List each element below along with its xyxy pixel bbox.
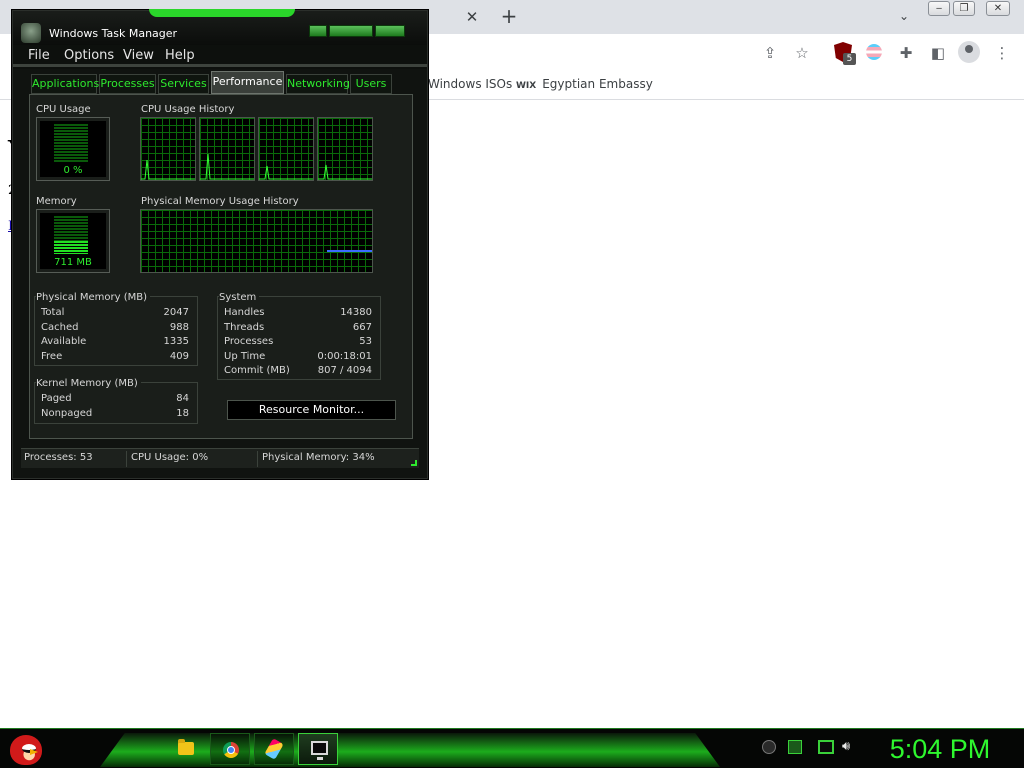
tab-services[interactable]: Services (158, 74, 209, 94)
memory-meter: 711 MB (36, 209, 110, 273)
stat-uptime: Up Time 0:00:18:01 (224, 351, 372, 362)
new-tab-icon[interactable]: + (498, 5, 520, 27)
stat-commit: Commit (MB) 807 / 4094 (224, 365, 372, 376)
tab-applications[interactable]: Applications (31, 74, 99, 94)
stat-available: Available 1335 (41, 336, 189, 347)
bookmark-egyptian-embassy[interactable]: WIX Egyptian Embassy (516, 77, 653, 91)
cpu-history-trace (318, 164, 372, 180)
stat-paged: Paged 84 (41, 393, 189, 404)
taskbar (0, 728, 1024, 768)
physical-memory-title: Physical Memory (MB) (36, 292, 150, 303)
system-group: System Handles 14380 Threads 667 Processes… (217, 292, 381, 380)
window-title: Windows Task Manager (49, 27, 178, 40)
share-icon[interactable]: ⇪ (760, 43, 780, 63)
tab-performance[interactable]: Performance (211, 71, 284, 94)
stat-nonpaged: Nonpaged 18 (41, 408, 189, 419)
clock[interactable]: 5:04 PM (880, 732, 1000, 766)
task-manager-window[interactable]: Windows Task Manager File Options View H… (12, 9, 428, 479)
memory-value: 711 MB (54, 257, 92, 268)
monitor-icon[interactable] (818, 740, 834, 754)
bookmark-windows-isos[interactable]: Windows ISOs (428, 77, 512, 91)
close-tab-icon[interactable]: ✕ (462, 7, 482, 27)
status-divider (257, 451, 258, 467)
start-button[interactable] (10, 731, 46, 767)
extensions-puzzle-icon[interactable]: ✚ (896, 43, 916, 63)
physical-memory-group: Physical Memory (MB) Total 2047 Cached 988… (34, 292, 198, 366)
taskbar-chrome[interactable] (210, 733, 250, 765)
profile-avatar[interactable] (958, 41, 980, 63)
cpu-usage-meter: 0 % (36, 117, 110, 181)
cpu-history-trace (141, 159, 195, 180)
menu-kebab-icon[interactable]: ⋮ (992, 43, 1012, 63)
side-panel-icon[interactable]: ◧ (928, 43, 948, 63)
status-divider (126, 451, 127, 467)
stat-total: Total 2047 (41, 307, 189, 318)
speaker-icon[interactable]: 🔊︎ (842, 740, 856, 754)
taskbar-paint[interactable] (254, 733, 294, 765)
cpu-history-label: CPU Usage History (141, 104, 235, 115)
status-processes: Processes: 53 (24, 452, 93, 463)
flag-extension-icon[interactable] (866, 44, 882, 60)
menu-options[interactable]: Options (64, 48, 114, 63)
menu-bar: File Options View Help (13, 45, 427, 69)
stat-threads: Threads 667 (224, 322, 372, 333)
system-title: System (219, 292, 260, 303)
taskbar-explorer[interactable] (166, 733, 206, 765)
cpu-history-graph-core-1 (140, 117, 196, 181)
tab-search-chevron-icon[interactable]: ⌄ (895, 9, 913, 27)
cpu-history-graph-core-2 (199, 117, 255, 181)
cpu-history-trace (200, 153, 254, 180)
stat-handles: Handles 14380 (224, 307, 372, 318)
stat-cached: Cached 988 (41, 322, 189, 333)
status-bar: Processes: 53 CPU Usage: 0% Physical Mem… (21, 448, 419, 468)
wix-icon: WIX (516, 81, 537, 91)
angry-bird-icon (10, 735, 42, 765)
tab-networking[interactable]: Networking (286, 74, 350, 94)
cpu-history-graph-core-4 (317, 117, 373, 181)
minimize-button[interactable] (309, 25, 327, 37)
desktop: ✕ + ⌄ ‒ ❐ ✕ ⇪ ☆ 5 ✚ ◧ ⋮ Windows ISOs WIX… (0, 0, 1024, 768)
restore-window-button[interactable]: ❐ (953, 1, 975, 16)
cpu-usage-value: 0 % (63, 165, 83, 176)
menu-file[interactable]: File (28, 48, 50, 63)
memory-label: Memory (36, 196, 77, 207)
memory-history-label: Physical Memory Usage History (141, 196, 299, 207)
maximize-button[interactable] (329, 25, 373, 37)
taskbar-task-manager[interactable] (298, 733, 338, 765)
resource-monitor-button[interactable]: Resource Monitor... (227, 400, 396, 420)
close-button[interactable] (375, 25, 405, 37)
task-manager-app-icon (21, 23, 41, 43)
memory-history-graph (140, 209, 373, 273)
resize-grip-icon[interactable] (411, 460, 417, 466)
title-accent-bar (149, 9, 295, 17)
keyboard-icon[interactable] (762, 740, 776, 754)
cpu-usage-label: CPU Usage (36, 104, 91, 115)
bookmark-star-icon[interactable]: ☆ (792, 43, 812, 63)
folder-icon (178, 739, 194, 755)
kernel-memory-group: Kernel Memory (MB) Paged 84 Nonpaged 18 (34, 378, 198, 424)
kernel-memory-title: Kernel Memory (MB) (36, 378, 141, 389)
menu-view[interactable]: View (123, 48, 154, 63)
status-cpu: CPU Usage: 0% (131, 452, 209, 463)
cpu-history-trace (259, 165, 313, 180)
close-window-button[interactable]: ✕ (986, 1, 1010, 16)
green-square-icon[interactable] (788, 740, 802, 754)
status-memory: Physical Memory: 34% (262, 452, 375, 463)
tab-processes[interactable]: Processes (99, 74, 156, 94)
menu-help[interactable]: Help (165, 48, 195, 63)
cpu-meter-bars (54, 124, 88, 162)
memory-meter-fill (54, 241, 88, 254)
stat-processes: Processes 53 (224, 336, 372, 347)
performance-panel: CPU Usage 0 % CPU Usage History Memory 7… (29, 94, 413, 439)
minimize-window-button[interactable]: ‒ (928, 1, 950, 16)
task-manager-titlebar[interactable]: Windows Task Manager (13, 9, 427, 45)
chrome-icon (223, 742, 239, 758)
tab-users[interactable]: Users (350, 74, 392, 94)
stat-free: Free 409 (41, 351, 189, 362)
task-manager-icon (311, 741, 328, 760)
extension-badge: 5 (843, 53, 856, 65)
cpu-history-graph-core-3 (258, 117, 314, 181)
paint-brush-icon (264, 738, 284, 760)
